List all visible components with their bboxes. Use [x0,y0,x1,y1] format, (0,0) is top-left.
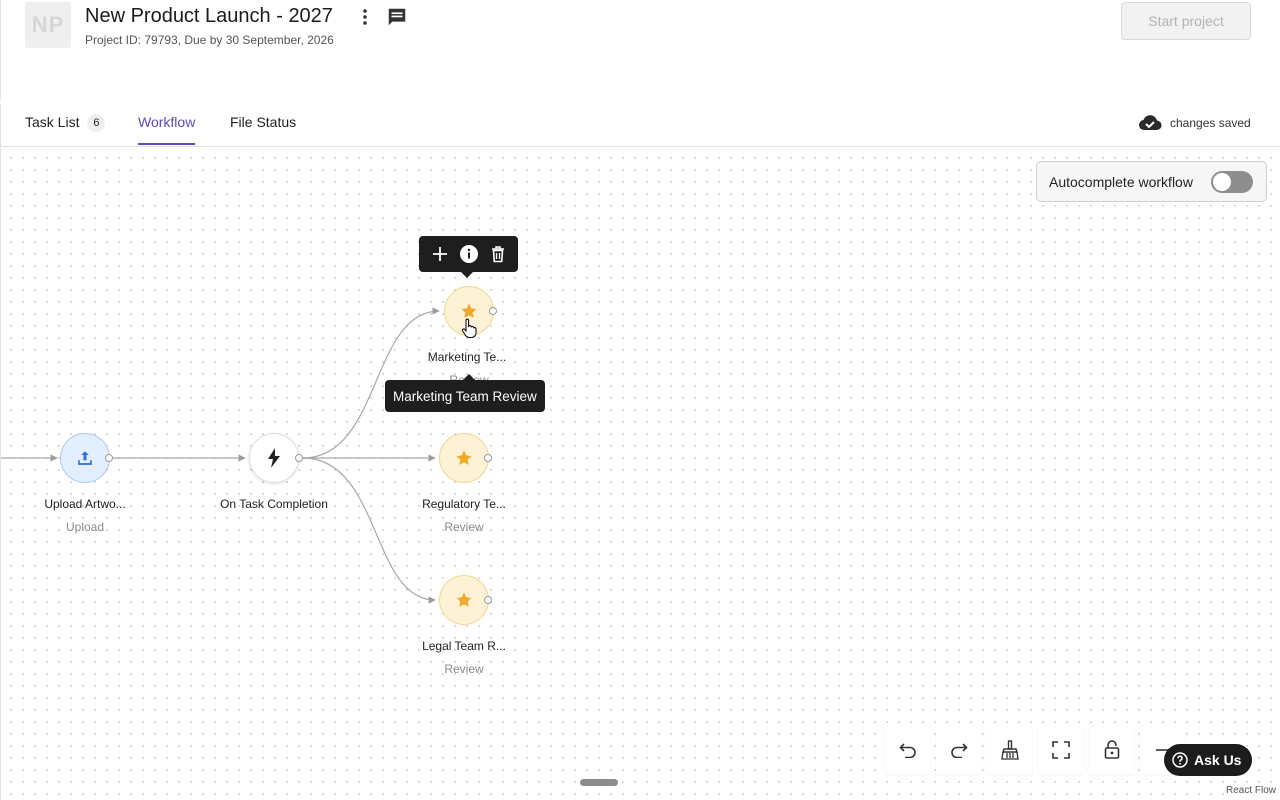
node-handle[interactable] [489,307,497,315]
undo-icon [898,743,916,758]
task-count-badge: 6 [87,114,106,132]
project-avatar: NP [25,2,71,48]
fit-view-button[interactable] [1038,726,1083,774]
node-handle[interactable] [484,454,492,462]
clean-layout-button[interactable] [987,726,1032,774]
workflow-edges [1,307,440,604]
save-status-text: changes saved [1170,116,1251,130]
tab-workflow[interactable]: Workflow [138,114,196,145]
broom-icon [1000,740,1019,760]
node-type: Review [444,520,484,534]
react-flow-attribution[interactable]: React Flow [1223,783,1278,798]
node-label: Legal Team R... [422,639,506,653]
undo-button[interactable] [885,726,930,774]
node-label: Upload Artwo... [44,497,126,511]
plus-icon [432,247,447,261]
autocomplete-workflow-panel: Autocomplete workflow [1036,161,1267,202]
redo-icon [950,743,968,758]
ask-us-label: Ask Us [1194,752,1242,768]
trash-icon [491,246,504,263]
tab-bar: Task List 6 Workflow File Status changes … [0,104,1280,147]
upload-icon [78,451,92,465]
node-tooltip: Marketing Team Review [385,374,545,412]
workflow-canvas[interactable]: Autocomplete workflow Upload Artwo... Up… [0,148,1280,800]
node-legal-team-review[interactable] [439,575,489,625]
node-handle[interactable] [105,454,113,462]
node-toolbar [419,236,518,278]
star-icon [456,592,472,607]
autocomplete-toggle[interactable] [1211,171,1253,193]
node-regulatory-team-review[interactable] [439,433,489,483]
node-type: Review [444,662,484,676]
add-node-button[interactable] [429,243,451,265]
star-icon [456,450,472,465]
more-options-icon[interactable] [357,7,373,27]
info-icon [459,245,478,263]
panel-drag-handle[interactable] [580,779,618,786]
save-status: changes saved [1138,114,1251,132]
delete-node-button[interactable] [487,243,509,265]
ask-us-button[interactable]: Ask Us [1164,744,1252,776]
help-icon [1172,752,1188,768]
node-label: Regulatory Te... [422,497,506,511]
node-info-button[interactable] [458,243,480,265]
tab-file-status[interactable]: File Status [230,114,296,145]
tab-label: File Status [230,114,297,130]
autocomplete-label: Autocomplete workflow [1049,173,1193,190]
cloud-check-icon [1139,115,1162,131]
unlock-icon [1104,740,1119,759]
fullscreen-icon [1051,741,1070,759]
toggle-knob [1213,173,1231,191]
node-type: Upload [65,520,105,534]
project-meta: Project ID: 79793, Due by 30 September, … [85,33,334,47]
node-handle[interactable] [295,454,303,462]
redo-button[interactable] [936,726,981,774]
lightning-icon [268,448,280,468]
tab-task-list[interactable]: Task List 6 [25,114,106,145]
canvas-controls [885,726,1185,774]
node-label: Marketing Te... [427,350,507,364]
hand-cursor-icon [461,318,477,339]
page-title: New Product Launch - 2027 [85,5,333,27]
node-handle[interactable] [484,596,492,604]
lock-canvas-button[interactable] [1089,726,1134,774]
comment-icon[interactable] [386,6,408,28]
project-header: NP New Product Launch - 2027 Project ID:… [0,0,1280,100]
start-project-button[interactable]: Start project [1121,2,1251,40]
node-upload-artwork[interactable] [60,433,110,483]
tab-label: Workflow [138,114,196,130]
node-label: On Task Completion [220,497,328,511]
node-on-task-completion[interactable] [249,433,299,483]
tab-label: Task List [25,114,80,130]
